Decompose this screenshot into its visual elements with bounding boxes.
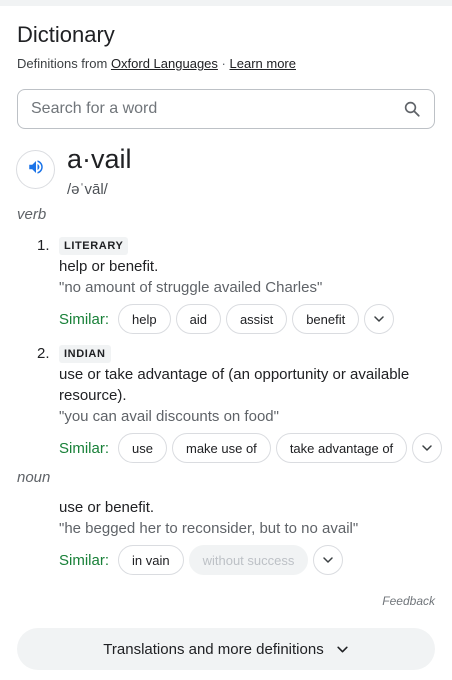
register-label: INDIAN xyxy=(59,345,111,363)
learn-more-link[interactable]: Learn more xyxy=(230,56,296,71)
example: "he begged her to reconsider, but to no … xyxy=(59,520,359,537)
example: "no amount of struggle availed Charles" xyxy=(59,279,323,296)
definition: use or benefit. xyxy=(59,499,155,516)
search-box[interactable] xyxy=(17,89,435,129)
sense-number: 1. xyxy=(37,237,50,254)
similar-row: Similar: help aid assist benefit xyxy=(59,304,395,334)
top-divider xyxy=(0,0,452,6)
synonym-chip[interactable]: take advantage of xyxy=(275,433,408,463)
search-input[interactable] xyxy=(31,100,402,118)
similar-label: Similar: xyxy=(59,439,110,457)
synonym-chip[interactable]: help xyxy=(118,304,171,334)
similar-label: Similar: xyxy=(59,551,110,569)
chevron-down-icon xyxy=(337,646,348,652)
example: "you can avail discounts on food" xyxy=(59,408,279,425)
pronunciation-audio-button[interactable] xyxy=(16,150,55,189)
source-line: Definitions from Oxford Languages · Lear… xyxy=(17,56,296,71)
feedback-link[interactable]: Feedback xyxy=(382,594,435,608)
separator: · xyxy=(221,56,226,71)
chevron-down-icon xyxy=(323,557,334,563)
definition: help or benefit. xyxy=(59,258,159,275)
synonym-chip[interactable]: make use of xyxy=(171,433,271,463)
part-of-speech-noun: noun xyxy=(17,469,51,486)
headword: a·vail xyxy=(67,144,132,174)
expand-synonyms-button[interactable] xyxy=(313,545,344,575)
synonym-chip[interactable]: use xyxy=(118,433,167,463)
expand-synonyms-button[interactable] xyxy=(364,304,395,334)
page-title: Dictionary xyxy=(17,22,115,47)
similar-label: Similar: xyxy=(59,310,110,328)
search-icon[interactable] xyxy=(402,99,422,119)
synonym-chip[interactable]: aid xyxy=(175,304,221,334)
pronunciation: /əˈvāl/ xyxy=(67,181,108,198)
translations-more-definitions-button[interactable]: Translations and more definitions xyxy=(17,628,435,670)
synonym-chip-disabled: without success xyxy=(188,545,309,575)
similar-row: Similar: use make use of take advantage … xyxy=(59,433,443,463)
source-prefix: Definitions from xyxy=(17,56,108,71)
chevron-down-icon xyxy=(374,316,384,322)
expand-synonyms-button[interactable] xyxy=(412,433,443,463)
part-of-speech-verb: verb xyxy=(17,206,47,223)
similar-row: Similar: in vain without success xyxy=(59,545,344,575)
speaker-icon xyxy=(26,158,46,181)
more-button-label: Translations and more definitions xyxy=(103,640,324,658)
sense-number: 2. xyxy=(37,345,50,362)
oxford-languages-link[interactable]: Oxford Languages xyxy=(111,56,218,71)
synonym-chip[interactable]: benefit xyxy=(292,304,360,334)
definition: use or take advantage of (an opportunity… xyxy=(59,366,410,404)
synonym-chip[interactable]: assist xyxy=(225,304,288,334)
register-label: LITERARY xyxy=(59,237,129,255)
chevron-down-icon xyxy=(422,445,432,451)
synonym-chip[interactable]: in vain xyxy=(118,545,184,575)
